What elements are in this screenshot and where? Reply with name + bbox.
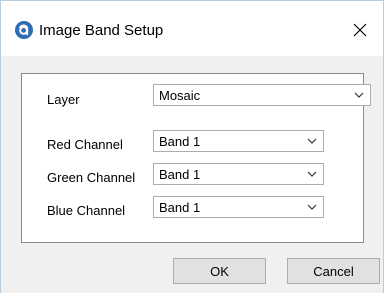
- blue-channel-select[interactable]: Band 1: [153, 196, 324, 218]
- green-channel-select[interactable]: Band 1: [153, 163, 324, 185]
- close-button[interactable]: [345, 15, 375, 45]
- red-channel-value: Band 1: [159, 134, 201, 149]
- layer-select-value: Mosaic: [159, 88, 201, 103]
- red-channel-label: Red Channel: [47, 137, 123, 152]
- app-logo-icon: [15, 21, 33, 39]
- blue-channel-label: Blue Channel: [47, 203, 126, 218]
- ok-button[interactable]: OK: [173, 258, 266, 284]
- dialog-window: Image Band Setup Layer Mosaic Red Channe…: [0, 0, 384, 293]
- layer-label: Layer: [47, 92, 80, 107]
- cancel-button[interactable]: Cancel: [287, 258, 380, 284]
- chevron-down-icon: [307, 204, 317, 210]
- chevron-down-icon: [354, 92, 364, 98]
- green-channel-value: Band 1: [159, 167, 201, 182]
- chevron-down-icon: [307, 171, 317, 177]
- chevron-down-icon: [307, 138, 317, 144]
- band-settings-group: Layer Mosaic Red Channel Band 1 Green Ch…: [21, 73, 371, 243]
- title-bar[interactable]: Image Band Setup: [1, 1, 383, 56]
- close-icon: [353, 23, 367, 37]
- blue-channel-value: Band 1: [159, 200, 201, 215]
- red-channel-select[interactable]: Band 1: [153, 130, 324, 152]
- layer-select[interactable]: Mosaic: [153, 84, 371, 106]
- green-channel-label: Green Channel: [47, 170, 136, 185]
- dialog-title: Image Band Setup: [39, 22, 164, 39]
